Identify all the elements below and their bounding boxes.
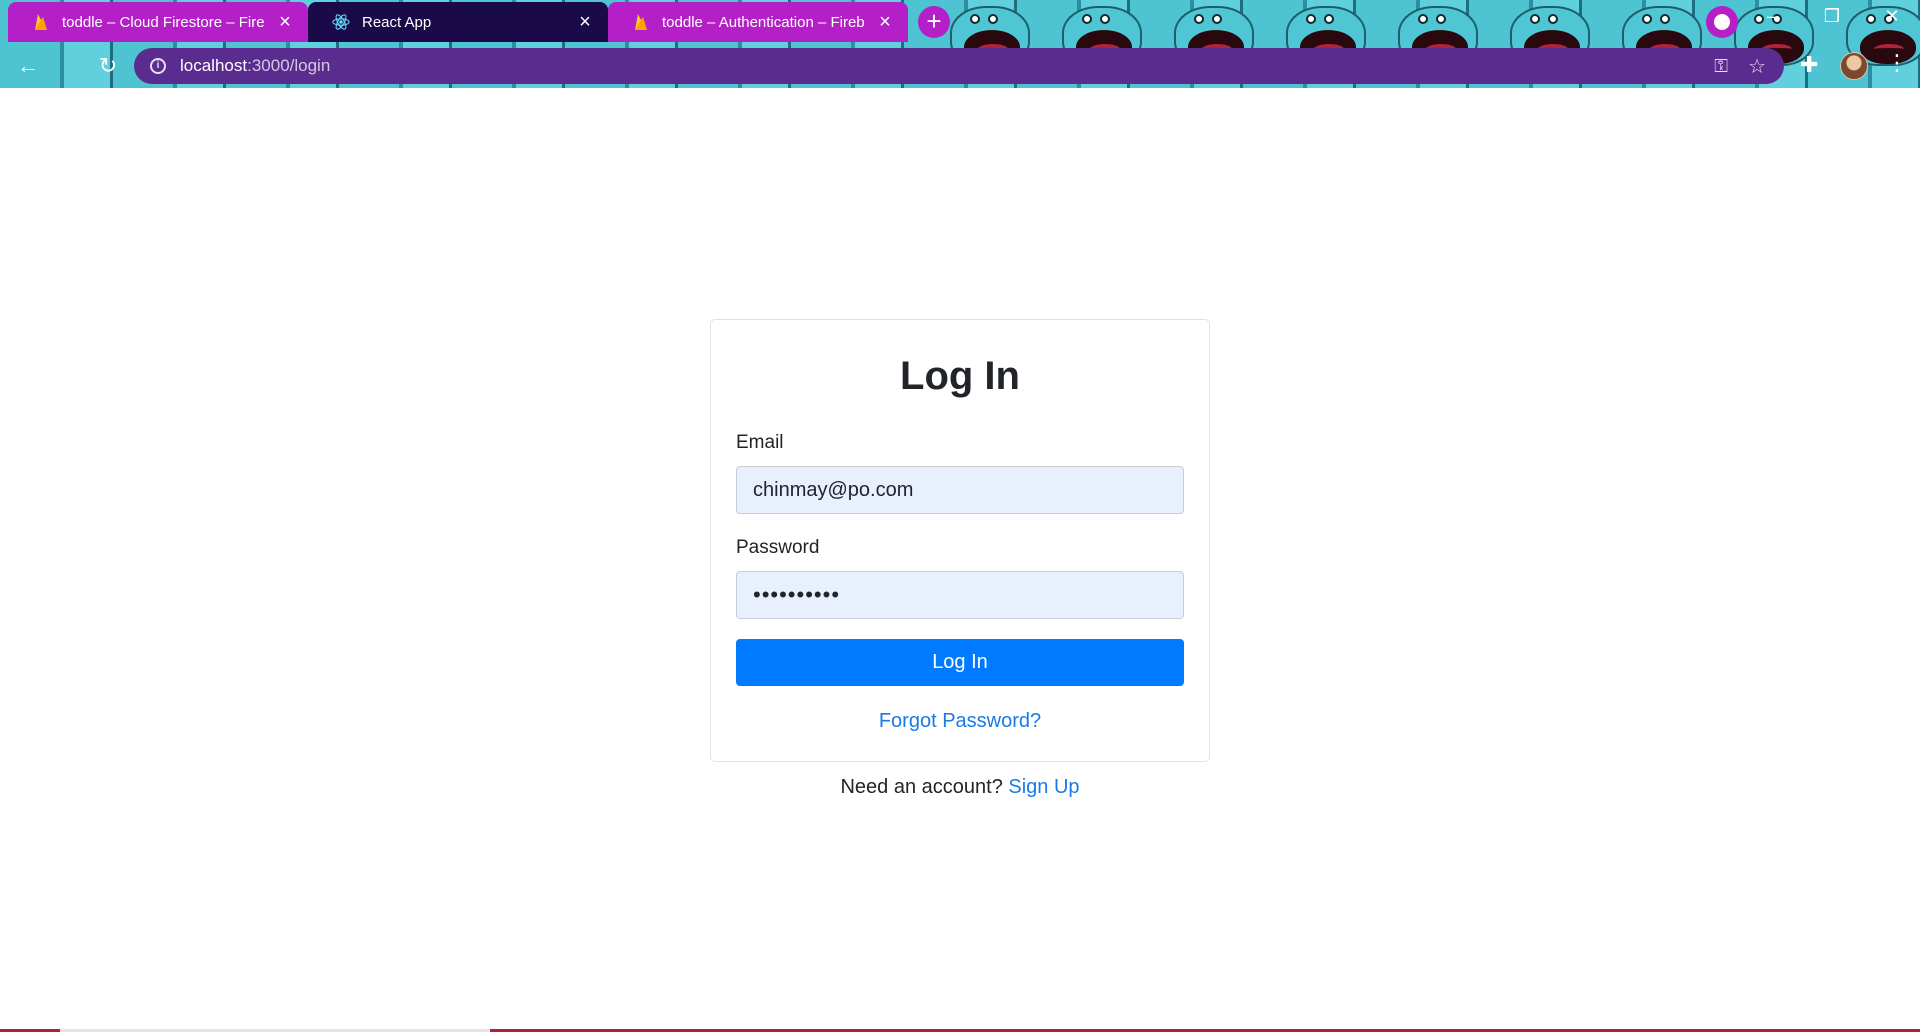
reload-icon[interactable]: ↻: [90, 48, 126, 84]
signup-row: Need an account? Sign Up: [710, 776, 1210, 799]
signup-prompt: Need an account?: [840, 776, 1009, 798]
tab-react-app[interactable]: React App ×: [308, 2, 608, 42]
star-icon[interactable]: ☆: [1748, 54, 1766, 79]
close-icon[interactable]: ×: [876, 12, 894, 32]
react-icon: [332, 14, 350, 30]
browser-toolbar: ← ↻ i localhost:3000/login ⚿ ☆ ✚ ⋮: [0, 44, 1920, 88]
window-close-icon[interactable]: ✕: [1874, 6, 1910, 27]
close-icon[interactable]: ×: [276, 12, 294, 32]
puzzle-extension-icon[interactable]: ✚: [1800, 52, 1818, 78]
site-info-icon[interactable]: i: [150, 58, 166, 74]
key-icon[interactable]: ⚿: [1714, 56, 1728, 77]
minimize-icon[interactable]: –: [1754, 6, 1790, 27]
password-label: Password: [736, 537, 820, 558]
login-button[interactable]: Log In: [736, 639, 1184, 686]
firebase-icon: [635, 14, 647, 30]
login-card: Log In Email chinmay@po.com Password •••…: [710, 319, 1210, 762]
tab-firestore[interactable]: toddle – Cloud Firestore – Firebase ×: [8, 2, 308, 42]
password-field[interactable]: ••••••••••: [736, 571, 1184, 619]
forgot-password-link[interactable]: Forgot Password?: [736, 710, 1184, 733]
tab-authentication[interactable]: toddle – Authentication – Firebase ×: [608, 2, 908, 42]
avatar[interactable]: [1840, 52, 1868, 80]
back-arrow-icon[interactable]: ←: [10, 48, 46, 84]
tab-search-button[interactable]: [1706, 6, 1738, 38]
tab-strip: toddle – Cloud Firestore – Firebase × Re…: [0, 0, 1920, 44]
restore-icon[interactable]: ❐: [1814, 6, 1850, 27]
email-label: Email: [736, 432, 784, 453]
url-path: :3000/login: [247, 56, 331, 75]
url-host: localhost: [180, 56, 248, 75]
firebase-icon: [35, 14, 47, 30]
tab-title: React App: [362, 13, 432, 31]
email-field[interactable]: chinmay@po.com: [736, 466, 1184, 514]
page-title: Log In: [900, 354, 1020, 398]
signup-link[interactable]: Sign Up: [1008, 776, 1079, 798]
close-icon[interactable]: ×: [576, 12, 594, 32]
browser-chrome: toddle – Cloud Firestore – Firebase × Re…: [0, 0, 1920, 88]
url-text: localhost:3000/login: [180, 56, 330, 76]
tab-title: toddle – Authentication – Firebase: [662, 13, 864, 31]
new-tab-button[interactable]: +: [918, 6, 950, 38]
address-bar[interactable]: i localhost:3000/login ⚿ ☆: [134, 48, 1784, 84]
more-vertical-icon[interactable]: ⋮: [1886, 50, 1908, 76]
tab-title: toddle – Cloud Firestore – Firebase: [62, 13, 264, 31]
